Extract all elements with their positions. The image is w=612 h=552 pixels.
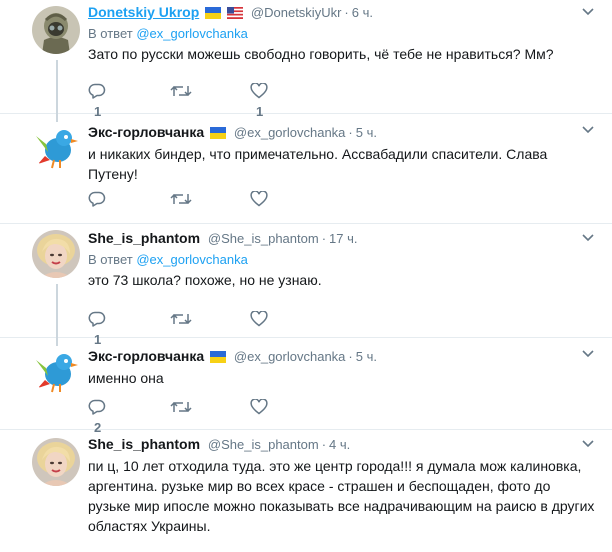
reply-button[interactable]: 2 [88,398,106,435]
heart-icon [250,82,268,99]
helmet-avatar-icon[interactable] [32,6,80,54]
tweet-timestamp[interactable]: 4 ч. [329,437,350,452]
tweet[interactable]: Экс-горловчанка @ex_gorlovchanka · 5 ч. им… [0,338,612,435]
heart-icon [250,190,268,207]
separator-dot: · [344,5,349,20]
author-handle[interactable]: @She_is_phantom [208,437,319,452]
tweet-header: Donetskiy Ukrop @DonetskiyUkr · 6 ч. [88,2,596,22]
retweet-icon [170,313,192,325]
reply-context: В ответ @ex_gorlovchanka [88,252,596,268]
retweet-icon [170,401,192,413]
reply-button[interactable]: 1 [88,310,106,347]
chevron-down-icon[interactable] [582,350,594,358]
tweet[interactable]: She_is_phantom @She_is_phantom · 17 ч. В о… [0,224,612,347]
thread-connector-line [56,338,58,346]
ukraine-flag-icon [210,351,227,363]
portrait-avatar-icon[interactable] [32,438,80,486]
reply-context: В ответ @ex_gorlovchanka [88,26,596,42]
tweet-text: это 73 школа? похоже, но не узнаю. [88,272,322,288]
author-name[interactable]: Экс-горловчанка [88,348,204,364]
tweet-text: и никаких биндер, что примечательно. Асс… [88,146,548,182]
heart-icon [250,398,268,415]
thread-connector-line [56,114,58,122]
author-name[interactable]: She_is_phantom [88,230,200,246]
reply-mention-link[interactable]: @ex_gorlovchanka [136,26,247,41]
chevron-down-icon[interactable] [582,440,594,448]
retweet-icon [170,85,192,97]
chevron-down-icon[interactable] [582,126,594,134]
tweet[interactable]: She_is_phantom @She_is_phantom · 4 ч. пи ц… [0,430,612,552]
tweet-header: Экс-горловчанка @ex_gorlovchanka · 5 ч. [88,346,596,366]
reply-button[interactable] [88,190,112,210]
author-handle[interactable]: @ex_gorlovchanka [234,125,345,140]
like-button[interactable]: 1 [250,82,268,119]
ukraine-flag-icon [205,7,222,19]
like-button[interactable] [250,190,274,210]
tweet-text: именно она [88,370,164,386]
separator-dot: · [321,437,327,452]
author-name[interactable]: She_is_phantom [88,436,200,452]
retweet-button[interactable] [170,398,198,418]
tweet-timestamp[interactable]: 17 ч. [329,231,357,246]
ukraine-flag-icon [210,127,227,139]
author-handle[interactable]: @ex_gorlovchanka [234,349,345,364]
retweet-icon [170,193,192,205]
separator-dot: · [321,231,327,246]
thread-connector-line [56,284,58,338]
like-button[interactable] [250,310,274,330]
chevron-down-icon[interactable] [582,8,594,16]
portrait-avatar-icon[interactable] [32,230,80,278]
reply-prefix: В ответ [88,26,133,41]
tweet-timestamp[interactable]: 5 ч. [356,125,377,140]
heart-icon [250,310,268,327]
tweet-text: пи ц, 10 лет отходила туда. это же центр… [88,458,595,534]
retweet-button[interactable] [170,190,198,210]
reply-icon [88,311,106,327]
reply-prefix: В ответ [88,252,133,267]
reply-button[interactable]: 1 [88,82,106,119]
author-handle[interactable]: @DonetskiyUkr [251,5,342,20]
tweet[interactable]: Экс-горловчанка @ex_gorlovchanka · 5 ч. и … [0,114,612,224]
reply-icon [88,399,106,415]
author-name[interactable]: Экс-горловчанка [88,124,204,140]
tweet-header: She_is_phantom @She_is_phantom · 17 ч. [88,228,596,248]
reply-icon [88,191,106,207]
like-button[interactable] [250,398,274,418]
retweet-button[interactable] [170,82,198,102]
chevron-down-icon[interactable] [582,234,594,242]
retweet-button[interactable] [170,310,198,330]
tweet-timestamp[interactable]: 6 ч. [352,5,373,20]
author-name[interactable]: Donetskiy Ukrop [88,4,199,20]
reply-icon [88,83,106,99]
blue-bird-avatar-icon[interactable] [32,122,80,170]
tweet-header: She_is_phantom @She_is_phantom · 4 ч. [88,434,596,454]
tweet-header: Экс-горловчанка @ex_gorlovchanka · 5 ч. [88,122,596,142]
tweet-timestamp[interactable]: 5 ч. [356,349,377,364]
separator-dot: · [348,349,353,364]
tweet-text: Зато по русски можешь свободно говорить,… [88,46,554,62]
blue-bird-avatar-icon[interactable] [32,346,80,394]
separator-dot: · [348,125,353,140]
thread-connector-line [56,60,58,114]
tweet-thread: Donetskiy Ukrop @DonetskiyUkr · 6 ч. В отв… [0,0,612,552]
reply-mention-link[interactable]: @ex_gorlovchanka [136,252,247,267]
usa-flag-icon [227,7,244,19]
tweet[interactable]: Donetskiy Ukrop @DonetskiyUkr · 6 ч. В отв… [0,0,612,119]
author-handle[interactable]: @She_is_phantom [208,231,319,246]
